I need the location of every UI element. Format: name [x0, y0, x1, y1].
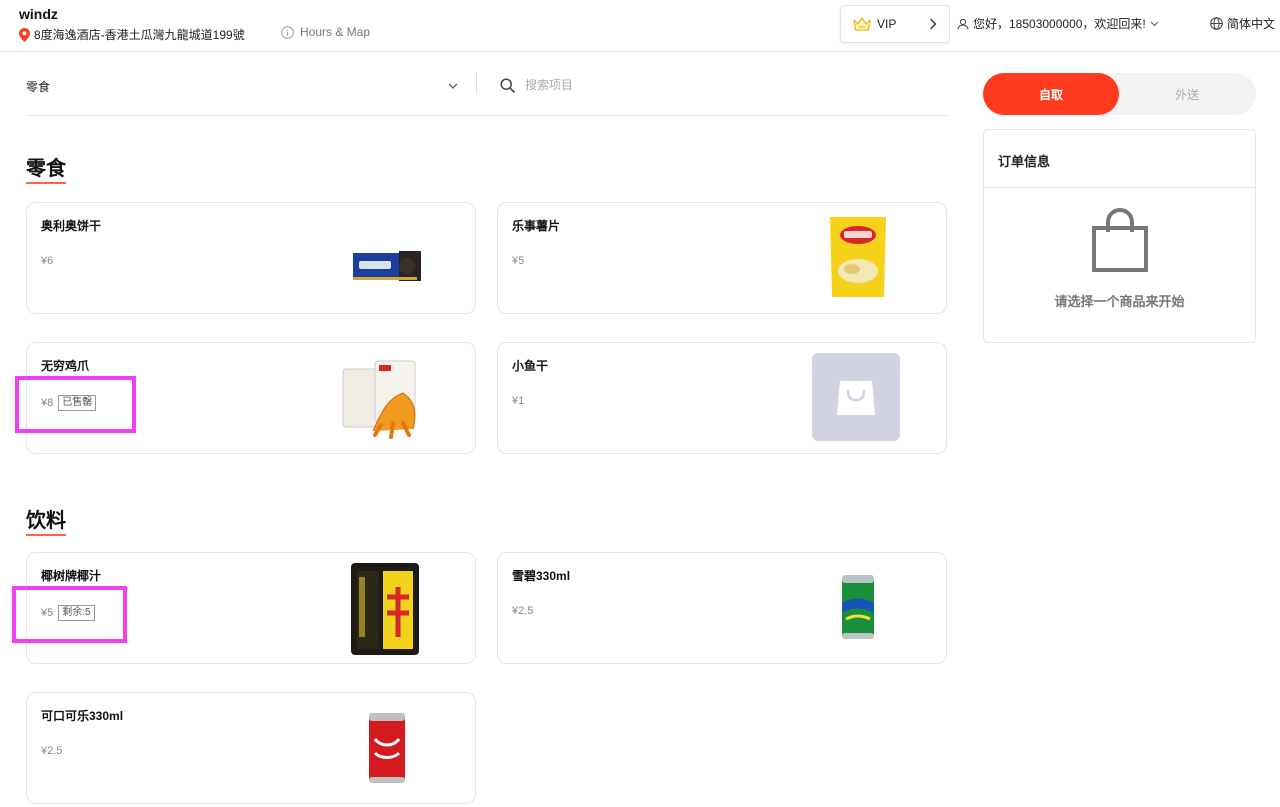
language-switcher[interactable]: 简体中文 — [1210, 15, 1275, 32]
coke-can-icon — [369, 713, 405, 783]
product-price: ¥6 — [41, 255, 54, 267]
store-address-text: 8度海逸酒店-香港土瓜灣九龍城道199號 — [34, 28, 245, 42]
chicken-feet-pack-icon — [342, 360, 416, 439]
order-info-title: 订单信息 — [998, 154, 1051, 169]
filter-bar: 零食 — [26, 66, 948, 116]
crown-icon — [853, 17, 871, 31]
product-card-lays[interactable]: 乐事薯片 ¥5 — [497, 202, 947, 314]
divider — [984, 187, 1255, 188]
divider — [476, 72, 477, 94]
chevron-down-icon — [1150, 21, 1159, 26]
price-row: ¥2.5 — [512, 605, 533, 617]
product-price: ¥2.5 — [41, 745, 63, 757]
chevron-right-icon — [930, 18, 937, 30]
order-mode-toggle: 自取 外送 — [983, 73, 1256, 115]
category-select[interactable]: 零食 — [26, 76, 458, 96]
product-card-dried-fish[interactable]: 小鱼干 ¥1 — [497, 342, 947, 454]
price-row: ¥2.5 — [41, 745, 62, 757]
category-select-value: 零食 — [26, 79, 51, 94]
search-icon — [500, 77, 515, 93]
price-row: ¥5 — [512, 255, 524, 267]
greeting-text: 您好，18503000000，欢迎回来! — [973, 17, 1146, 31]
product-name: 奥利奥饼干 — [41, 219, 102, 233]
search-input[interactable] — [525, 78, 905, 92]
hours-map-label: Hours & Map — [300, 25, 371, 39]
product-name: 椰树牌椰汁 — [41, 569, 102, 583]
shopping-bag-icon — [1092, 208, 1148, 272]
store-address: 8度海逸酒店-香港土瓜灣九龍城道199號 — [19, 26, 245, 43]
section-title-drinks: 饮料 — [26, 504, 66, 536]
lays-chips-bag-icon — [830, 217, 886, 297]
product-name: 乐事薯片 — [512, 219, 561, 233]
price-row: ¥1 — [512, 395, 524, 407]
delivery-tab[interactable]: 外送 — [1119, 73, 1255, 115]
product-price: ¥2.5 — [512, 605, 534, 617]
location-pin-icon — [19, 27, 30, 42]
user-greeting[interactable]: 您好，18503000000，欢迎回来! — [957, 15, 1159, 32]
user-icon — [957, 18, 969, 30]
price-row: ¥6 — [41, 255, 53, 267]
section-title-snacks: 零食 — [26, 152, 66, 184]
product-price: ¥5 — [512, 255, 525, 267]
product-card-oreo[interactable]: 奥利奥饼干 ¥6 — [26, 202, 476, 314]
highlight-box — [15, 376, 136, 433]
product-name: 雪碧330ml — [512, 569, 571, 583]
product-name: 小鱼干 — [512, 359, 549, 373]
product-name: 可口可乐330ml — [41, 709, 124, 723]
product-price: ¥1 — [512, 395, 525, 407]
info-icon — [281, 25, 294, 39]
order-info-panel: 订单信息 请选择一个商品来开始 — [983, 129, 1256, 343]
product-card-coke[interactable]: 可口可乐330ml ¥2.5 — [26, 692, 476, 804]
search-box — [500, 74, 940, 96]
placeholder-bag-icon — [812, 353, 900, 441]
chevron-down-icon — [448, 83, 458, 89]
highlight-box — [12, 586, 127, 643]
vip-label: VIP — [877, 17, 897, 31]
sprite-can-icon — [842, 575, 874, 639]
language-label: 简体中文 — [1227, 17, 1276, 31]
globe-icon — [1210, 17, 1223, 30]
coconut-juice-can-icon — [351, 563, 419, 655]
pickup-tab[interactable]: 自取 — [983, 73, 1119, 115]
top-header: windz 8度海逸酒店-香港土瓜灣九龍城道199號 Hours & Map V… — [0, 0, 1280, 52]
oreo-biscuit-box-icon — [353, 251, 421, 281]
product-name: 无穷鸡爪 — [41, 359, 90, 373]
vip-button[interactable]: VIP — [840, 5, 950, 43]
product-card-sprite[interactable]: 雪碧330ml ¥2.5 — [497, 552, 947, 664]
hours-map-link[interactable]: Hours & Map — [281, 25, 370, 39]
store-name: windz — [19, 6, 58, 22]
order-empty-text: 请选择一个商品来开始 — [1054, 294, 1185, 309]
